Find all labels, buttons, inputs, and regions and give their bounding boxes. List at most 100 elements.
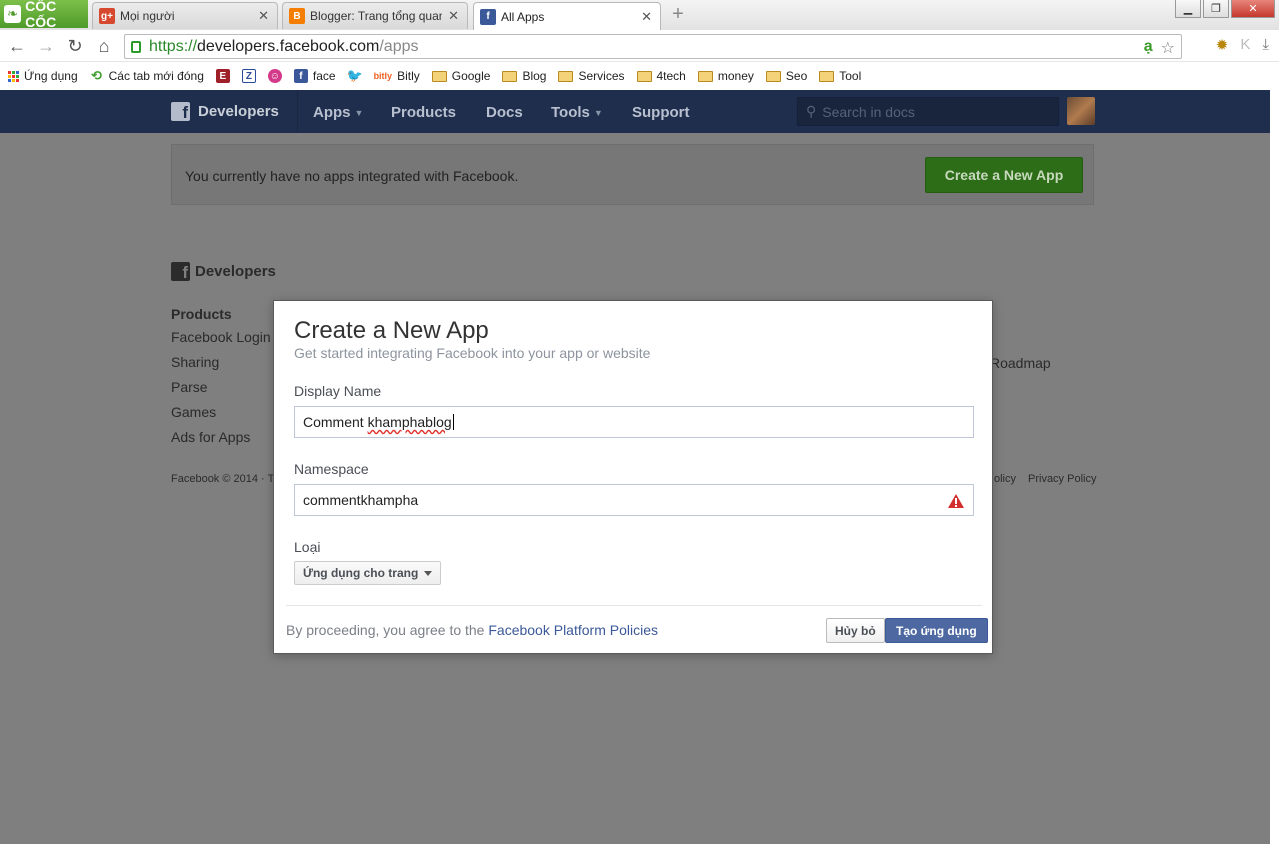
- new-tab-button[interactable]: +: [668, 4, 688, 24]
- tab-title: Mọi người: [120, 9, 175, 23]
- create-app-submit-button[interactable]: Tạo ứng dụng: [885, 618, 988, 643]
- back-icon[interactable]: ←: [6, 36, 28, 56]
- app-type-value: Ứng dụng cho trang: [303, 566, 419, 580]
- nav-products[interactable]: Products: [391, 104, 456, 121]
- tab-title: All Apps: [501, 9, 545, 24]
- facebook-icon: f: [480, 8, 496, 25]
- footer-link[interactable]: Ads for Apps: [171, 429, 271, 454]
- blogger-icon: B: [289, 8, 305, 24]
- nav-docs[interactable]: Docs: [486, 104, 523, 121]
- bookmark-label: Bitly: [397, 69, 420, 83]
- close-tab-icon[interactable]: ✕: [641, 9, 652, 25]
- e-icon: E: [215, 69, 230, 83]
- reload-icon[interactable]: ↻: [64, 36, 86, 56]
- vietnamese-input-icon[interactable]: ạ: [1144, 38, 1153, 58]
- namespace-input[interactable]: commentkhampha: [294, 484, 974, 516]
- close-tab-icon[interactable]: ✕: [448, 8, 459, 24]
- footer-link-roadmap[interactable]: Roadmap: [990, 355, 1051, 371]
- tab-blogger[interactable]: B Blogger: Trang tổng quan ✕: [282, 2, 468, 29]
- bookmark-bitly[interactable]: bitly Bitly: [374, 69, 420, 83]
- footer-brand-text: Developers: [195, 263, 276, 280]
- notice-text: You currently have no apps integrated wi…: [185, 168, 519, 184]
- minimize-button[interactable]: ▁: [1175, 0, 1201, 18]
- history-icon: ⟲: [91, 68, 103, 83]
- browser-toolbar: ← → ↻ ⌂ https://developers.facebook.com /…: [0, 30, 1279, 62]
- google-plus-icon: g+: [99, 8, 115, 24]
- download-icon[interactable]: ⤓: [1262, 36, 1269, 54]
- apps-grid-icon: [8, 70, 19, 82]
- footer-link-privacy[interactable]: Privacy Policy: [1028, 473, 1096, 485]
- footer-link[interactable]: Facebook Login: [171, 329, 271, 354]
- forward-icon[interactable]: →: [35, 36, 57, 56]
- app-type-select[interactable]: Ứng dụng cho trang: [294, 561, 442, 585]
- bookmark-label: 4tech: [656, 69, 686, 83]
- fb-developers-header: f Developers Apps ▼ Products Docs Tools …: [0, 90, 1270, 133]
- nav-support[interactable]: Support: [632, 104, 690, 121]
- nav-tools[interactable]: Tools ▼: [551, 104, 603, 121]
- tab-title: Blogger: Trang tổng quan: [310, 9, 443, 23]
- search-placeholder: Search in docs: [822, 103, 915, 120]
- display-name-input[interactable]: Comment khamphablog: [294, 406, 974, 438]
- footer-link[interactable]: Games: [171, 404, 271, 429]
- bookmark-label: Seo: [785, 69, 808, 83]
- text-cursor: [452, 414, 454, 430]
- restore-button[interactable]: ❐: [1203, 0, 1229, 18]
- tab-moi-nguoi[interactable]: g+ Mọi người ✕: [92, 2, 278, 29]
- bookmark-folder-money[interactable]: money: [697, 69, 754, 83]
- twitter-icon: 🐦: [346, 68, 363, 83]
- caret-down-icon: ▼: [354, 107, 364, 118]
- tab-all-apps[interactable]: f All Apps ✕: [473, 2, 661, 30]
- bookmark-folder-4tech[interactable]: 4tech: [636, 69, 686, 83]
- k-extension-icon[interactable]: K: [1240, 36, 1250, 54]
- platform-policies-link[interactable]: Facebook Platform Policies: [488, 622, 658, 638]
- bookmark-face[interactable]: f face: [293, 69, 336, 83]
- coccoc-logo[interactable]: ❧ CỐC CỐC: [0, 0, 88, 30]
- display-name-label: Display Name: [294, 383, 382, 399]
- bookmark-star-icon[interactable]: ☆: [1161, 38, 1175, 58]
- bookmark-folder-blog[interactable]: Blog: [502, 69, 546, 83]
- footer-heading: Products: [171, 306, 232, 322]
- address-bar[interactable]: https://developers.facebook.com/apps ạ ☆: [124, 34, 1182, 59]
- extension-icon[interactable]: ✹: [1216, 36, 1229, 54]
- display-name-misspelled-text: khamphablog: [367, 414, 452, 430]
- bookmark-folder-seo[interactable]: Seo: [765, 69, 808, 83]
- close-window-button[interactable]: ✕: [1231, 0, 1275, 18]
- close-tab-icon[interactable]: ✕: [258, 8, 269, 24]
- page-scrollbar[interactable]: [1270, 90, 1279, 844]
- create-new-app-button[interactable]: Create a New App: [925, 157, 1083, 193]
- lock-icon: [131, 40, 141, 53]
- footer-products-column: Products Facebook Login Sharing Parse Ga…: [171, 306, 271, 454]
- bookmark-recent-tabs[interactable]: ⟲ Các tab mới đóng: [90, 68, 204, 83]
- namespace-text: commentkhampha: [303, 492, 419, 508]
- footer-link-policy[interactable]: olicy: [994, 473, 1016, 485]
- fb-developers-brand[interactable]: f Developers: [171, 102, 279, 121]
- display-name-text: Comment: [303, 414, 368, 430]
- policy-notice: By proceeding, you agree to the Facebook…: [286, 622, 658, 638]
- cancel-button[interactable]: Hủy bỏ: [826, 618, 885, 643]
- bookmark-e[interactable]: E: [215, 69, 230, 83]
- bookmarks-bar: Ứng dụng ⟲ Các tab mới đóng E Z ☺ f face…: [0, 62, 1279, 90]
- avatar[interactable]: [1067, 97, 1095, 125]
- bookmark-folder-services[interactable]: Services: [558, 69, 625, 83]
- footer-link[interactable]: Parse: [171, 379, 271, 404]
- bookmark-apps[interactable]: Ứng dụng: [8, 69, 78, 83]
- header-divider: [297, 90, 298, 133]
- warning-icon: [948, 494, 964, 508]
- folder-icon: [636, 70, 652, 82]
- bookmark-folder-google[interactable]: Google: [431, 69, 490, 83]
- smile-icon: ☺: [267, 69, 282, 83]
- bookmark-twitter[interactable]: 🐦: [346, 68, 363, 83]
- folder-icon: [558, 70, 574, 82]
- nav-label: Support: [632, 104, 690, 121]
- nav-apps[interactable]: Apps ▼: [313, 104, 363, 121]
- window-controls: ▁ ❐ ✕: [1175, 0, 1275, 18]
- dialog-footer-divider: [286, 605, 982, 606]
- dialog-subtitle: Get started integrating Facebook into yo…: [294, 345, 651, 361]
- bookmark-z[interactable]: Z: [241, 69, 256, 83]
- bookmark-folder-tool[interactable]: Tool: [819, 69, 861, 83]
- docs-search-input[interactable]: ⚲ Search in docs: [797, 97, 1059, 126]
- footer-link[interactable]: Sharing: [171, 354, 271, 379]
- browser-tab-bar: ❧ CỐC CỐC g+ Mọi người ✕ B Blogger: Tran…: [0, 0, 1279, 30]
- bookmark-smile[interactable]: ☺: [267, 69, 282, 83]
- home-icon[interactable]: ⌂: [93, 36, 115, 56]
